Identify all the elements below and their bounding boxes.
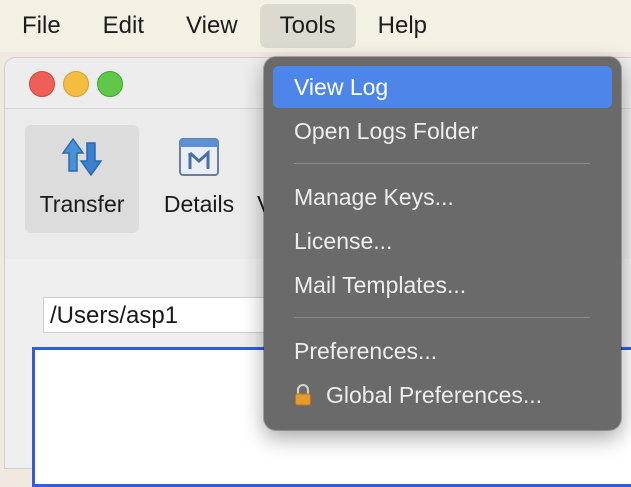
menu-view[interactable]: View	[166, 4, 258, 48]
menu-file[interactable]: File	[0, 4, 81, 48]
transfer-button[interactable]: Transfer	[25, 125, 139, 233]
details-button[interactable]: Details	[151, 125, 247, 233]
menu-item-preferences[interactable]: Preferences...	[273, 330, 612, 372]
details-window-icon	[179, 138, 219, 176]
menu-edit[interactable]: Edit	[83, 4, 164, 48]
close-window-button[interactable]	[29, 71, 55, 97]
menu-bar: File Edit View Tools Help	[0, 0, 631, 52]
menu-item-manage-keys[interactable]: Manage Keys...	[273, 176, 612, 218]
menu-item-license[interactable]: License...	[273, 220, 612, 262]
menu-separator	[294, 163, 590, 164]
menu-tools[interactable]: Tools	[259, 4, 356, 48]
details-label: Details	[163, 191, 235, 217]
menu-item-mail-templates[interactable]: Mail Templates...	[273, 264, 612, 306]
menu-separator	[294, 317, 590, 318]
menu-help[interactable]: Help	[358, 4, 447, 48]
lock-icon	[295, 383, 311, 406]
menu-item-global-preferences[interactable]: Global Preferences...	[273, 374, 612, 416]
menu-item-open-logs-folder[interactable]: Open Logs Folder	[273, 110, 612, 152]
zoom-window-button[interactable]	[97, 71, 123, 97]
transfer-arrows-icon	[61, 137, 103, 177]
tools-dropdown-menu: View Log Open Logs Folder Manage Keys...…	[264, 57, 621, 430]
global-preferences-label: Global Preferences...	[326, 382, 543, 408]
minimize-window-button[interactable]	[63, 71, 89, 97]
menu-item-view-log[interactable]: View Log	[273, 66, 612, 108]
transfer-label: Transfer	[39, 191, 125, 217]
